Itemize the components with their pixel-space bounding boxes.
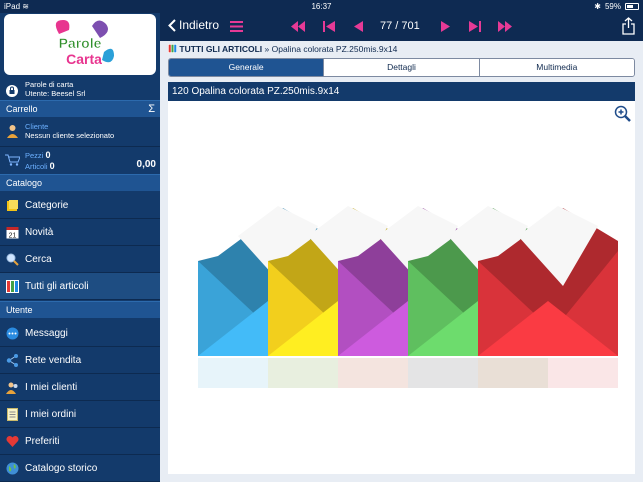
sidebar-item-rete-vendita[interactable]: Rete vendita <box>0 347 160 374</box>
product-image <box>168 101 635 474</box>
fast-forward-icon[interactable] <box>497 20 513 33</box>
svg-text:Carta: Carta <box>66 51 102 67</box>
globe-icon <box>6 462 19 475</box>
envelopes-illustration <box>198 206 618 388</box>
client-value: Nessun cliente selezionato <box>25 131 115 140</box>
sidebar-item-preferiti[interactable]: Preferiti <box>0 428 160 455</box>
previous-icon[interactable] <box>352 20 366 33</box>
share-icon <box>6 354 18 367</box>
sum-icon[interactable]: Σ <box>148 101 155 118</box>
breadcrumb-current: Opalina colorata PZ.250mis.9x14 <box>271 44 398 54</box>
search-icon <box>6 253 19 266</box>
articoli-count: 0 <box>49 161 55 171</box>
user-company: Parole di carta <box>25 80 74 89</box>
sidebar-item-i-miei-ordini[interactable]: I miei ordini <box>0 401 160 428</box>
chevron-left-icon <box>168 18 176 32</box>
tab-multimedia[interactable]: Multimedia <box>479 59 634 76</box>
clients-icon <box>6 382 18 394</box>
first-icon[interactable] <box>322 20 336 33</box>
battery-icon <box>625 3 639 10</box>
sidebar-item-categorie[interactable]: Categorie <box>0 192 160 219</box>
chat-icon <box>6 327 19 340</box>
breadcrumb: TUTTI GLI ARTICOLI » Opalina colorata PZ… <box>168 44 397 54</box>
client-icon <box>7 125 18 138</box>
cart-summary[interactable]: Pezzi 0 Articoli 0 0,00 <box>0 146 160 174</box>
tab-dettagli[interactable]: Dettagli <box>324 59 480 76</box>
sidebar-item-tutti-gli-articoli[interactable]: Tutti gli articoli <box>0 273 160 300</box>
tab-bar: Generale Dettagli Multimedia <box>168 58 635 77</box>
last-icon[interactable] <box>468 20 482 33</box>
pezzi-count: 0 <box>45 150 51 160</box>
tab-generale[interactable]: Generale <box>169 59 325 76</box>
cart-header: Carrello Σ <box>0 100 160 117</box>
cart-icon <box>5 154 20 166</box>
user-header: Utente <box>0 301 160 318</box>
cart-total: 0,00 <box>136 159 156 170</box>
status-bar: iPad ≋ 16:37 ✱ 59% <box>0 0 643 13</box>
next-icon[interactable] <box>438 20 452 33</box>
top-toolbar: Indietro 77 / 701 <box>160 13 643 41</box>
breadcrumb-root[interactable]: TUTTI GLI ARTICOLI <box>179 44 262 54</box>
user-line: Utente: Beesel Srl <box>25 89 86 98</box>
brand-logo: Parole Carta <box>4 14 156 75</box>
calendar-icon: 21 <box>6 227 19 240</box>
sidebar-item-novita[interactable]: 21 Novità <box>0 219 160 246</box>
sidebar-item-cerca[interactable]: Cerca <box>0 246 160 273</box>
sidebar: Parole Carta Parole di carta Utente: Bee… <box>0 13 160 482</box>
zoom-in-icon[interactable] <box>614 105 632 123</box>
product-title: 120 Opalina colorata PZ.250mis.9x14 <box>168 82 635 101</box>
sidebar-item-i-miei-clienti[interactable]: I miei clienti <box>0 374 160 401</box>
grid-icon <box>168 44 177 53</box>
page-counter: 77 / 701 <box>380 20 420 32</box>
grid-icon <box>6 280 19 293</box>
sidebar-item-catalogo-storico[interactable]: Catalogo storico <box>0 455 160 482</box>
rewind-icon[interactable] <box>290 20 306 33</box>
orders-icon <box>7 408 18 421</box>
back-button[interactable]: Indietro <box>168 18 219 32</box>
bluetooth-icon: ✱ <box>594 2 601 11</box>
battery-status: ✱ 59% <box>594 0 639 13</box>
share-export-icon[interactable] <box>622 17 635 35</box>
main-content: TUTTI GLI ARTICOLI » Opalina colorata PZ… <box>160 41 643 482</box>
heart-icon <box>6 435 19 447</box>
folder-icon <box>7 200 18 211</box>
menu-icon[interactable] <box>230 21 243 32</box>
lock-icon <box>6 85 18 97</box>
svg-text:21: 21 <box>9 233 17 240</box>
sidebar-item-messaggi[interactable]: Messaggi <box>0 320 160 347</box>
catalog-header: Catalogo <box>0 174 160 191</box>
clock: 16:37 <box>311 2 332 11</box>
svg-text:Parole: Parole <box>59 35 102 51</box>
client-row[interactable]: Cliente Nessun cliente selezionato <box>0 119 160 145</box>
